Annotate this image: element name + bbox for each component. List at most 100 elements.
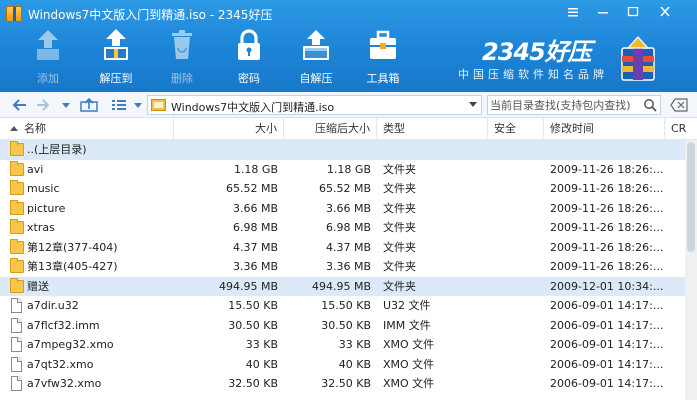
file-type: 文件夹 <box>383 162 416 176</box>
add-button[interactable]: 添加 <box>18 26 78 90</box>
file-row[interactable]: a7flcf32.imm 30.50 KB 30.50 KB IMM 文件 20… <box>0 316 697 336</box>
file-row[interactable]: music 65.52 MB 65.52 MB 文件夹 2009-11-26 1… <box>0 179 697 199</box>
file-type: U32 文件 <box>383 299 431 312</box>
password-button[interactable]: 密码 <box>219 26 279 90</box>
file-row[interactable]: picture 3.66 MB 3.66 MB 文件夹 2009-11-26 1… <box>0 199 697 219</box>
self-extract-button[interactable]: 自解压 <box>286 26 346 90</box>
close-button[interactable] <box>652 2 678 22</box>
file-icon <box>11 298 22 313</box>
file-modified: 2009-11-26 18:26:... <box>550 162 663 176</box>
title-bar: Windows7中文版入门到精通.iso - 2345好压 <box>0 0 697 28</box>
file-row[interactable]: a7vfw32.xmo 32.50 KB 32.50 KB XMO 文件 200… <box>0 374 697 394</box>
brand-logo-icon <box>621 36 655 81</box>
file-type: 文件夹 <box>383 221 416 234</box>
file-row[interactable]: a7dir.u32 15.50 KB 15.50 KB U32 文件 2006-… <box>0 296 697 316</box>
file-name: xtras <box>27 221 55 234</box>
file-icon <box>11 317 22 333</box>
view-mode-button[interactable] <box>108 96 130 114</box>
file-row[interactable]: a7mpeg32.xmo 33 KB 33 KB XMO 文件 2006-09-… <box>0 335 697 355</box>
file-row[interactable]: a7qt32.xmo 40 KB 40 KB XMO 文件 2006-09-01… <box>0 355 697 375</box>
close-search-button[interactable] <box>666 96 692 114</box>
chevron-down-icon <box>134 103 142 108</box>
column-header-type[interactable]: 类型 <box>377 118 488 140</box>
toolbox-icon <box>370 30 396 59</box>
file-modified: 2006-09-01 14:17:... <box>550 377 663 390</box>
file-row[interactable]: xtras 6.98 MB 6.98 MB 文件夹 2009-11-26 18:… <box>0 218 697 238</box>
file-packed-size: 3.66 MB <box>325 201 371 215</box>
file-size: 30.50 KB <box>228 318 278 332</box>
search-input[interactable] <box>490 97 640 113</box>
file-packed-size: 40 KB <box>338 357 371 371</box>
file-row[interactable]: avi 1.18 GB 1.18 GB 文件夹 2009-11-26 18:26… <box>0 160 697 180</box>
file-security <box>494 179 540 199</box>
file-packed-size: 494.95 MB <box>311 279 371 293</box>
scrollbar-thumb[interactable] <box>687 142 695 252</box>
file-security <box>494 316 540 336</box>
column-header-crc[interactable]: CR <box>665 118 697 140</box>
delete-button[interactable]: 删除 <box>152 26 212 90</box>
search-box <box>487 95 661 115</box>
column-header-security[interactable]: 安全 <box>488 118 544 140</box>
file-packed-size: 33 KB <box>338 338 371 351</box>
vertical-scrollbar[interactable] <box>685 140 697 400</box>
file-security <box>494 277 540 297</box>
file-size: 3.36 MB <box>232 260 278 273</box>
file-packed-size <box>284 140 371 160</box>
column-header-modified[interactable]: 修改时间 <box>544 118 665 140</box>
window-title: Windows7中文版入门到精通.iso - 2345好压 <box>28 8 273 22</box>
file-security <box>494 374 540 394</box>
toolbox-button[interactable]: 工具箱 <box>353 26 413 90</box>
file-modified: 2006-09-01 14:17:... <box>550 338 663 351</box>
history-dropdown-button[interactable] <box>60 96 72 114</box>
file-size: 33 KB <box>245 338 278 351</box>
column-header-name[interactable]: 名称 <box>0 118 174 140</box>
file-security <box>494 218 540 238</box>
file-name: 第12章(377-404) <box>27 240 118 254</box>
file-row[interactable]: 第12章(377-404) 4.37 MB 4.37 MB 文件夹 2009-1… <box>0 238 697 258</box>
file-icon <box>11 356 22 372</box>
file-security <box>494 160 540 180</box>
file-size: 494.95 MB <box>218 279 278 293</box>
file-type: IMM 文件 <box>383 318 431 332</box>
file-packed-size: 1.18 GB <box>326 162 371 176</box>
file-modified: 2006-09-01 14:17:... <box>550 299 663 312</box>
minimize-button[interactable] <box>590 2 616 22</box>
search-icon[interactable] <box>643 98 657 112</box>
app-logo-icon <box>6 6 22 22</box>
list-view-icon <box>112 100 126 110</box>
close-icon <box>660 7 670 17</box>
file-name: a7vfw32.xmo <box>27 377 102 390</box>
self-extract-label: 自解压 <box>299 72 333 85</box>
path-dropdown-arrow-icon[interactable] <box>469 102 477 107</box>
back-button[interactable] <box>10 96 30 114</box>
file-name: 第13章(405-427) <box>27 260 118 273</box>
file-security <box>494 199 540 219</box>
extract-to-button[interactable]: 解压到 <box>86 26 146 90</box>
up-level-button[interactable] <box>78 96 100 114</box>
file-row[interactable]: ..(上层目录) <box>0 140 697 160</box>
brand-name: 2345好压 <box>482 38 592 66</box>
file-row[interactable]: 第13章(405-427) 3.36 MB 3.36 MB 文件夹 2009-1… <box>0 257 697 277</box>
file-name: a7flcf32.imm <box>27 318 100 332</box>
menu-button[interactable] <box>560 2 586 22</box>
file-size: 32.50 KB <box>228 377 278 390</box>
file-name: a7qt32.xmo <box>27 357 94 371</box>
folder-icon <box>10 180 24 195</box>
file-icon <box>11 376 22 391</box>
view-dropdown-button[interactable] <box>132 96 144 114</box>
add-archive-icon <box>37 30 59 60</box>
forward-button[interactable] <box>34 96 50 114</box>
file-row[interactable]: 赠送 494.95 MB 494.95 MB 文件夹 2009-12-01 10… <box>0 276 697 297</box>
brand-area: 2345好压 中国压缩软件知名品牌 <box>458 28 692 88</box>
file-list-header: 名称 大小 压缩后大小 类型 安全 修改时间 CR <box>0 118 697 140</box>
file-packed-size: 3.36 MB <box>325 260 371 273</box>
column-header-packed-size[interactable]: 压缩后大小 <box>284 118 377 140</box>
file-type: 文件夹 <box>383 201 416 215</box>
file-modified: 2006-09-01 14:17:... <box>550 318 663 332</box>
folder-icon <box>10 238 24 254</box>
maximize-button[interactable] <box>620 2 646 22</box>
file-security <box>494 238 540 258</box>
file-name: music <box>27 182 60 195</box>
column-header-size[interactable]: 大小 <box>174 118 284 140</box>
path-combobox[interactable]: Windows7中文版入门到精通.iso <box>147 95 482 115</box>
